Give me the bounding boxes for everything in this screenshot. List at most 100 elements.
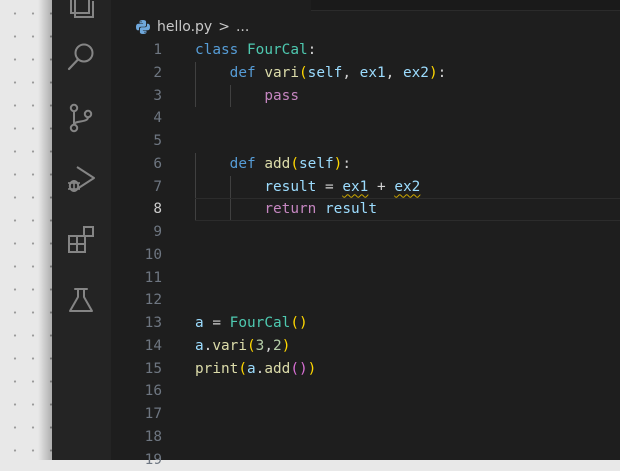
code-token: a xyxy=(195,338,204,354)
code-token: print xyxy=(195,361,238,377)
line-number[interactable]: 12 xyxy=(111,289,162,312)
code-token: 2 xyxy=(273,338,282,354)
line-number[interactable]: 13 xyxy=(111,312,162,335)
vscode-window: hello.py > ... 1class FourCal:2def vari(… xyxy=(52,0,620,460)
code-line[interactable]: 4 xyxy=(111,107,620,130)
extensions-icon xyxy=(65,224,97,256)
code-line[interactable]: 5 xyxy=(111,130,620,153)
line-number[interactable]: 6 xyxy=(111,153,162,176)
code-token: def xyxy=(230,156,256,172)
code-line[interactable]: 16 xyxy=(111,380,620,403)
activity-testing[interactable] xyxy=(64,283,98,317)
code-text[interactable]: result = ex1 + ex2 xyxy=(264,176,420,199)
code-text[interactable]: return result xyxy=(264,198,377,221)
breadcrumb-separator: > xyxy=(218,19,230,35)
line-number[interactable]: 4 xyxy=(111,107,162,130)
indent-guide xyxy=(195,198,196,221)
code-line[interactable]: 10 xyxy=(111,244,620,267)
code-text[interactable]: print(a.add()) xyxy=(195,358,316,381)
code-text[interactable]: def add(self): xyxy=(230,153,351,176)
breadcrumb-symbol[interactable]: ... xyxy=(236,19,249,35)
code-line[interactable]: 18 xyxy=(111,426,620,449)
code-text[interactable]: a = FourCal() xyxy=(195,312,308,335)
code-token: pass xyxy=(264,88,299,104)
line-number[interactable]: 7 xyxy=(111,176,162,199)
code-token-warning: ex2 xyxy=(394,179,420,195)
code-text[interactable]: a.vari(3,2) xyxy=(195,335,290,358)
code-line[interactable]: 3 pass xyxy=(111,85,620,108)
code-token xyxy=(316,201,325,217)
code-token-warning: ex1 xyxy=(342,179,368,195)
line-number[interactable]: 11 xyxy=(111,267,162,290)
line-number[interactable]: 16 xyxy=(111,380,162,403)
code-line[interactable]: 2 def vari(self, ex1, ex2): xyxy=(111,62,620,85)
activity-extensions[interactable] xyxy=(64,223,98,257)
code-token: ) xyxy=(282,338,291,354)
activity-source-control[interactable] xyxy=(64,101,98,135)
code-line[interactable]: 1 class FourCal: xyxy=(111,39,620,62)
line-number[interactable]: 5 xyxy=(111,130,162,153)
indent-guide xyxy=(230,198,231,221)
breadcrumb-file-name[interactable]: hello.py xyxy=(157,19,212,35)
code-token: a xyxy=(195,315,204,331)
activity-run-debug[interactable] xyxy=(64,162,98,196)
window-shadow xyxy=(38,0,52,460)
line-number[interactable]: 14 xyxy=(111,335,162,358)
code-token: () xyxy=(290,315,307,331)
code-token: FourCal xyxy=(247,42,308,58)
indent-guide xyxy=(195,62,196,85)
code-token: ex2 xyxy=(403,65,429,81)
code-token: result xyxy=(264,179,316,195)
line-number[interactable]: 17 xyxy=(111,403,162,426)
code-token: def xyxy=(230,65,256,81)
code-line[interactable]: 15print(a.add()) xyxy=(111,358,620,381)
code-token: , xyxy=(342,65,359,81)
code-line[interactable]: 12 xyxy=(111,289,620,312)
code-editor[interactable]: 1 class FourCal: 2 def vari(self, ex1, ex2)… xyxy=(111,39,620,471)
indent-guide xyxy=(230,176,231,199)
line-number[interactable]: 3 xyxy=(111,85,162,108)
code-text[interactable]: def vari(self, ex1, ex2): xyxy=(230,62,447,85)
code-token: add xyxy=(264,361,290,377)
code-line[interactable]: 17 xyxy=(111,403,620,426)
testing-icon xyxy=(65,284,97,316)
line-number[interactable]: 1 xyxy=(111,39,162,62)
code-token: , xyxy=(386,65,403,81)
line-number[interactable]: 18 xyxy=(111,426,162,449)
code-text[interactable]: class FourCal: xyxy=(195,39,316,62)
code-token: = xyxy=(316,179,342,195)
code-line[interactable]: 7 result = ex1 + ex2 xyxy=(111,176,620,199)
line-number[interactable]: 8 xyxy=(111,198,162,221)
code-line[interactable]: 13 a = FourCal() xyxy=(111,312,620,335)
code-line[interactable]: 6 def add(self): xyxy=(111,153,620,176)
code-token: ( xyxy=(238,361,247,377)
code-text[interactable]: pass xyxy=(264,85,299,108)
code-token: , xyxy=(264,338,273,354)
code-line[interactable]: 11 xyxy=(111,267,620,290)
line-number[interactable]: 10 xyxy=(111,244,162,267)
code-token xyxy=(238,42,247,58)
code-token: = xyxy=(204,315,230,331)
code-token: ex1 xyxy=(360,65,386,81)
code-token: return xyxy=(264,201,316,217)
tab-strip xyxy=(311,0,620,11)
line-number[interactable]: 2 xyxy=(111,62,162,85)
line-number[interactable]: 15 xyxy=(111,358,162,381)
code-token: vari xyxy=(264,65,299,81)
code-line[interactable]: 14 a.vari(3,2) xyxy=(111,335,620,358)
code-token: + xyxy=(368,179,394,195)
breadcrumb[interactable]: hello.py > ... xyxy=(135,16,249,38)
run-debug-icon xyxy=(65,163,97,195)
code-token: ) xyxy=(429,65,438,81)
activity-explorer[interactable] xyxy=(64,0,98,20)
indent-guide xyxy=(195,176,196,199)
code-token: : xyxy=(342,156,351,172)
explorer-icon xyxy=(65,0,97,19)
code-token: class xyxy=(195,42,238,58)
code-line[interactable]: 8 return result xyxy=(111,198,620,221)
search-icon xyxy=(65,41,97,73)
activity-search[interactable] xyxy=(64,40,98,74)
line-number[interactable]: 9 xyxy=(111,221,162,244)
code-token: vari xyxy=(212,338,247,354)
code-line[interactable]: 9 xyxy=(111,221,620,244)
